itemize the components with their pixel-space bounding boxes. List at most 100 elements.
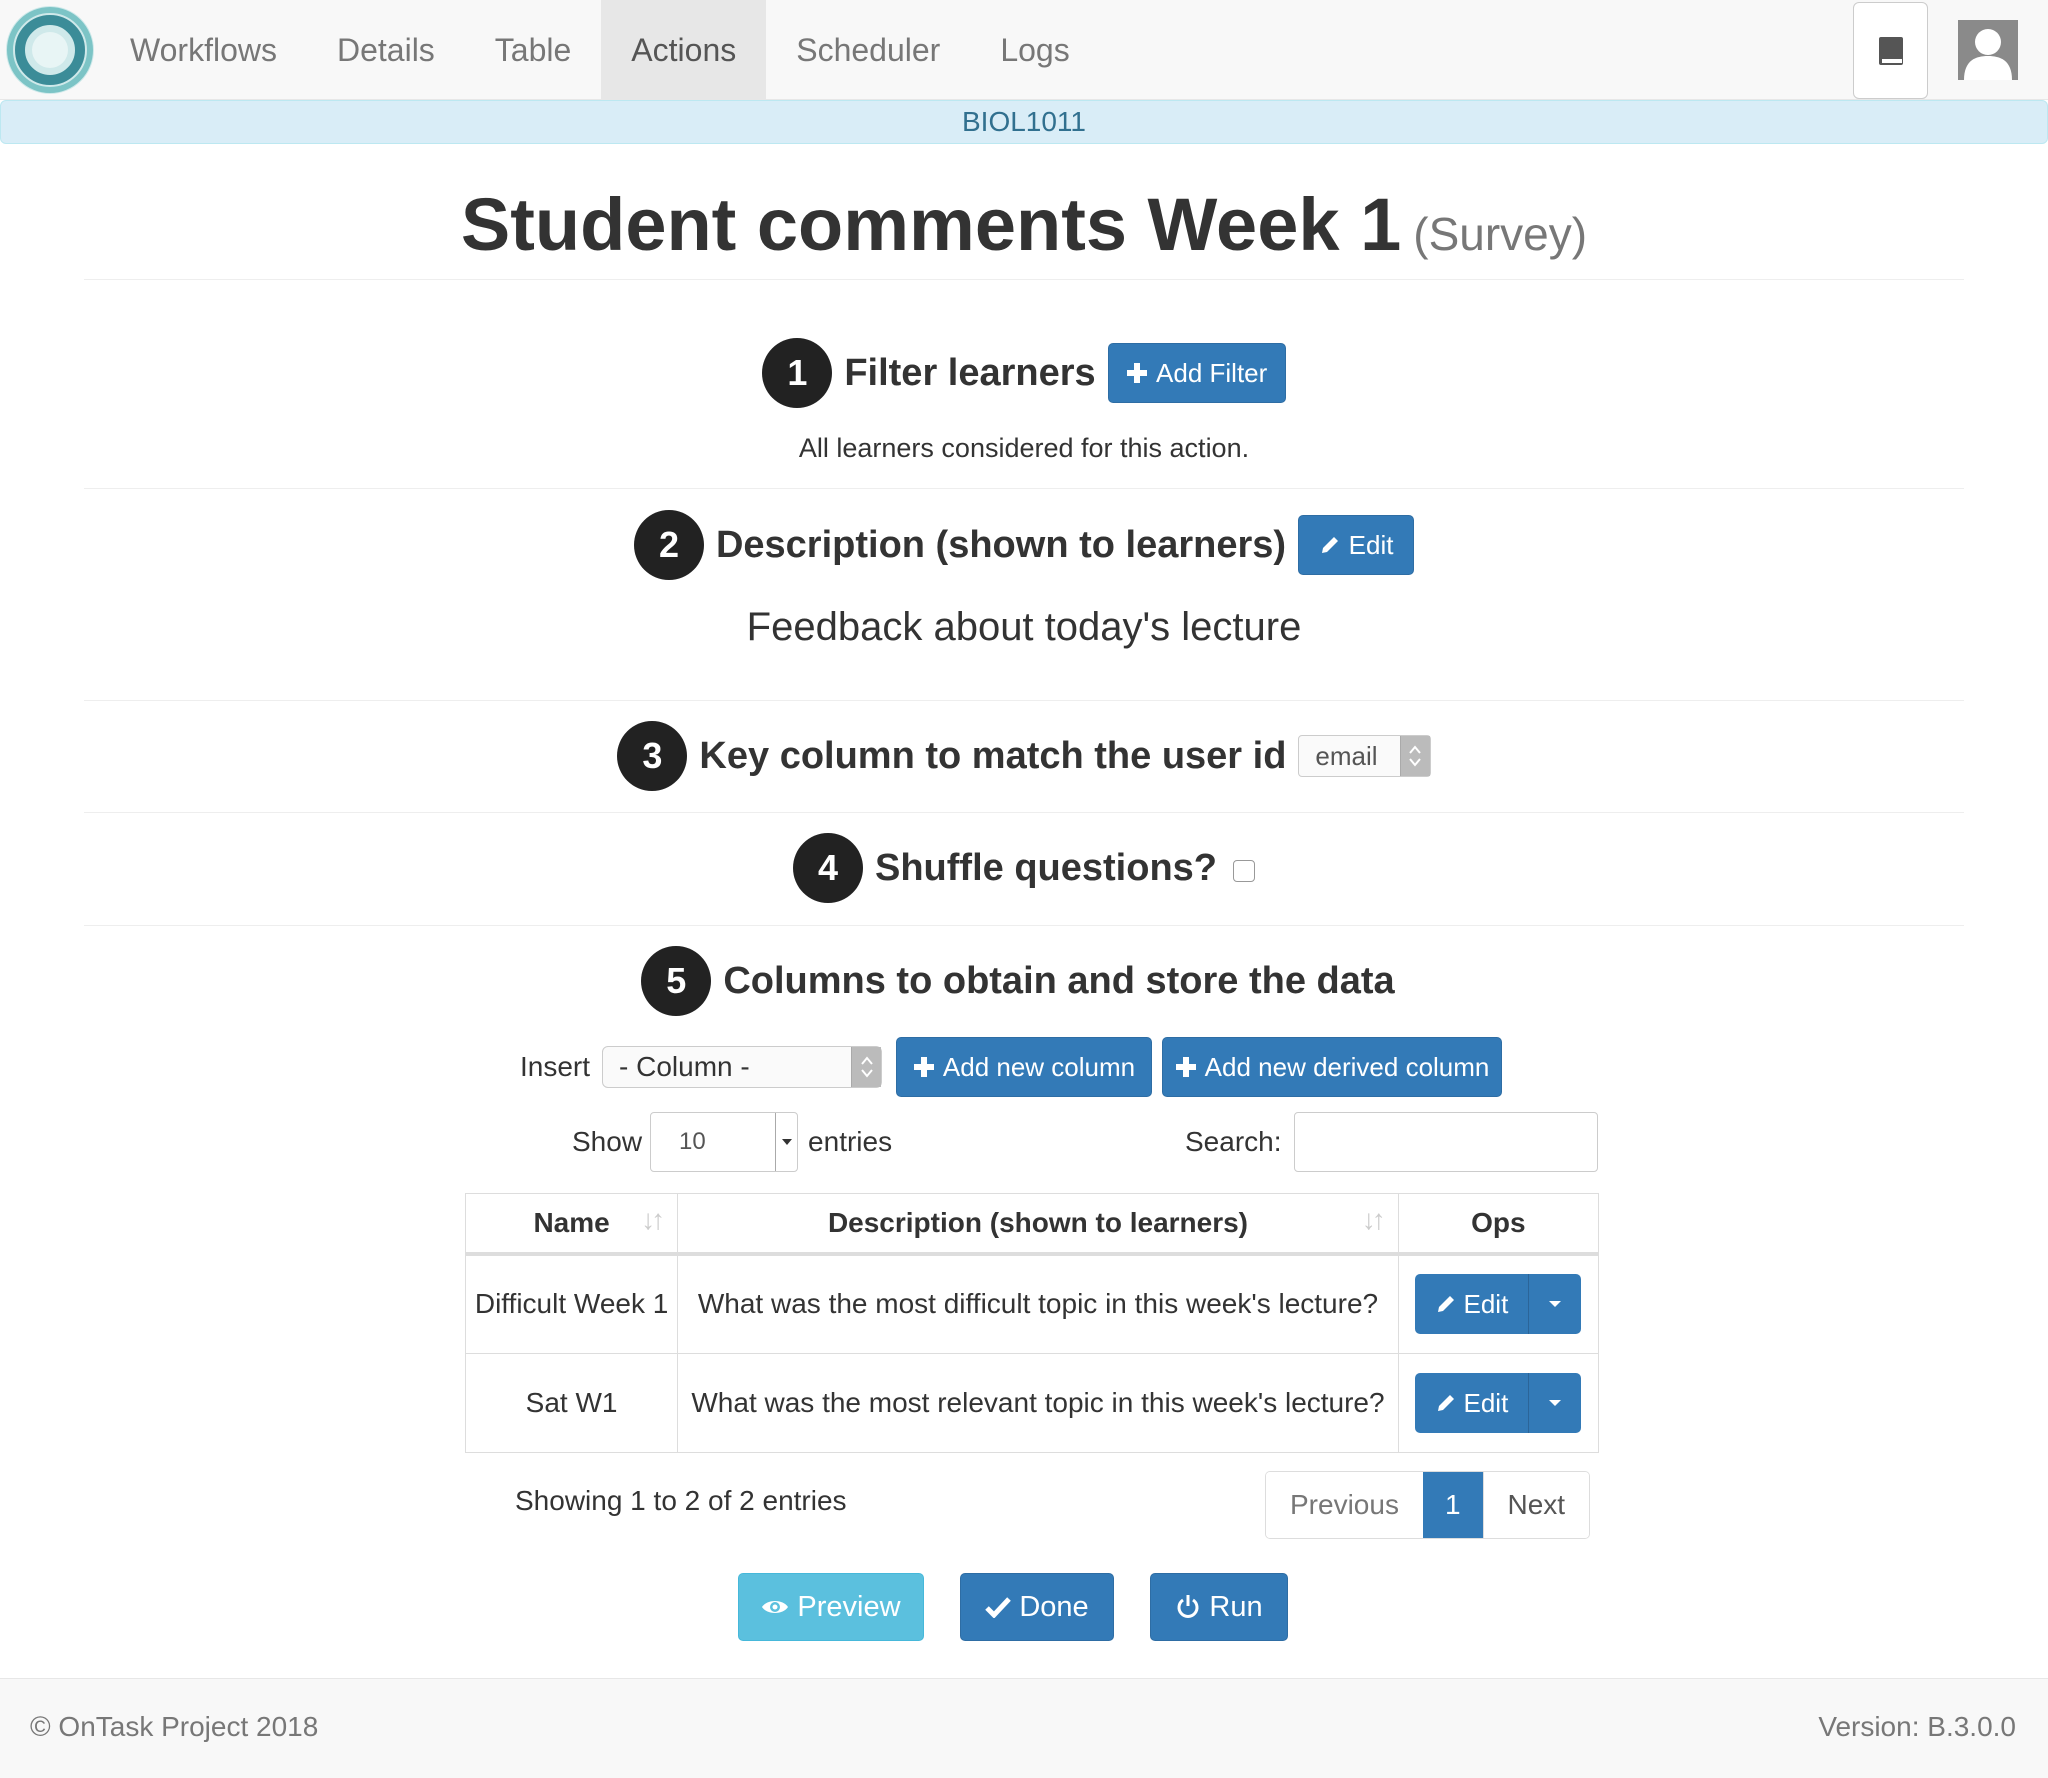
next-page-button[interactable]: Next (1482, 1472, 1590, 1538)
add-derived-column-button[interactable]: Add new derived column (1162, 1037, 1503, 1097)
workflow-name-bar: BIOL1011 (0, 100, 2048, 144)
shuffle-checkbox[interactable] (1233, 860, 1255, 882)
search-label: Search: (1185, 1126, 1282, 1157)
step-label: Key column to match the user id (699, 734, 1287, 777)
step-label: Columns to obtain and store the data (723, 959, 1395, 1002)
main-nav: Workflows Details Table Actions Schedule… (100, 0, 1100, 100)
step-number: 5 (641, 946, 712, 1016)
search-input[interactable] (1293, 1112, 1598, 1172)
sort-icon: ↓↑ (1361, 1204, 1386, 1235)
step-filter: 1 Filter learners Add Filter (0, 337, 2048, 409)
preview-label: Preview (797, 1590, 901, 1623)
pencil-icon (1438, 1296, 1455, 1313)
copyright-text: © OnTask Project 2018 (30, 1711, 319, 1742)
sort-icon: ↓↑ (641, 1204, 665, 1235)
pagination: Previous 1 Next (1265, 1471, 1591, 1539)
nav-tab-logs[interactable]: Logs (970, 0, 1099, 100)
caret-down-icon (775, 1113, 797, 1171)
nav-tab-scheduler[interactable]: Scheduler (766, 0, 970, 100)
filter-note: All learners considered for this action. (798, 433, 1250, 463)
page-title: Student comments Week 1 (460, 183, 1402, 266)
step-shuffle: 4 Shuffle questions? (0, 832, 2048, 904)
run-label: Run (1209, 1590, 1263, 1623)
step-description: 2 Description (shown to learners) Edit (0, 509, 2048, 581)
table-row: Sat W1 What was the most relevant topic … (464, 1353, 1600, 1453)
nav-tab-table[interactable]: Table (465, 0, 602, 100)
step-label: Filter learners (844, 351, 1096, 394)
select-arrows-icon (1399, 736, 1430, 776)
add-derived-column-label: Add new derived column (1204, 1051, 1490, 1082)
description-text: Feedback about today's lecture (746, 605, 1302, 649)
edit-description-button[interactable]: Edit (1298, 515, 1415, 575)
step-number: 3 (617, 721, 688, 791)
done-label: Done (1019, 1590, 1089, 1623)
row-ops: Edit (1397, 1253, 1600, 1354)
plus-icon (1127, 363, 1148, 383)
divider (84, 700, 1964, 701)
power-icon (1177, 1595, 1199, 1618)
key-column-select[interactable]: email (1298, 735, 1431, 777)
edit-column-button[interactable]: Edit (1415, 1274, 1530, 1335)
table-row: Difficult Week 1 What was the most diffi… (464, 1253, 1600, 1354)
column-header-name[interactable]: Name ↓↑ (464, 1193, 679, 1256)
insert-toolbar: Insert - Column - Add new column Add new… (520, 1037, 1503, 1097)
user-avatar-icon[interactable] (1958, 20, 2018, 80)
divider (84, 925, 1964, 926)
key-column-value: email (1315, 741, 1378, 771)
column-header-description[interactable]: Description (shown to learners) ↓↑ (677, 1193, 1399, 1256)
entries-select[interactable]: 10 (650, 1112, 799, 1172)
step-number: 1 (762, 338, 833, 408)
previous-page-button[interactable]: Previous (1266, 1472, 1423, 1538)
insert-label: Insert (520, 1051, 591, 1082)
action-buttons: Preview Done Run (0, 1573, 2048, 1641)
step-label: Shuffle questions? (875, 846, 1217, 889)
top-navbar: Workflows Details Table Actions Schedule… (0, 0, 2048, 100)
column-header-ops: Ops (1397, 1193, 1600, 1256)
check-icon (985, 1597, 1012, 1618)
divider (84, 812, 1964, 813)
table-header-row: Name ↓↑ Description (shown to learners) … (464, 1193, 1600, 1256)
select-arrows-icon (851, 1047, 882, 1087)
row-name: Sat W1 (464, 1353, 679, 1453)
edit-split-button: Edit (1415, 1274, 1582, 1335)
step-label: Description (shown to learners) (715, 523, 1287, 566)
entries-label: entries (808, 1126, 893, 1157)
add-new-column-label: Add new column (942, 1051, 1136, 1082)
page-1-button[interactable]: 1 (1422, 1472, 1483, 1538)
nav-tab-actions[interactable]: Actions (601, 0, 767, 100)
page-header: Student comments Week 1 (Survey) (84, 170, 1964, 280)
nav-tab-workflows[interactable]: Workflows (100, 0, 307, 100)
logo-icon[interactable] (2, 2, 98, 98)
insert-column-select[interactable]: - Column - (602, 1046, 883, 1088)
step-columns: 5 Columns to obtain and store the data (0, 945, 2048, 1017)
documentation-button[interactable] (1853, 2, 1928, 99)
entries-value: 10 (679, 1128, 706, 1155)
row-ops: Edit (1397, 1353, 1600, 1453)
columns-table: Name ↓↑ Description (shown to learners) … (464, 1193, 1600, 1453)
search-control: Search: (1185, 1112, 1598, 1172)
insert-column-value: - Column - (619, 1051, 750, 1082)
table-info: Showing 1 to 2 of 2 entries (515, 1485, 847, 1516)
nav-tab-details[interactable]: Details (307, 0, 465, 100)
caret-down-icon[interactable] (1529, 1274, 1582, 1335)
run-button[interactable]: Run (1150, 1573, 1288, 1641)
eye-icon (762, 1601, 789, 1613)
plus-icon (913, 1057, 934, 1077)
pencil-icon (1321, 537, 1338, 553)
row-description: What was the most difficult topic in thi… (677, 1253, 1399, 1354)
version-text: Version: B.3.0.0 (1818, 1711, 2016, 1742)
add-filter-button[interactable]: Add Filter (1107, 343, 1286, 403)
preview-button[interactable]: Preview (738, 1573, 924, 1641)
done-button[interactable]: Done (960, 1573, 1114, 1641)
book-icon (1878, 36, 1903, 65)
caret-down-icon[interactable] (1529, 1373, 1582, 1433)
footer: © OnTask Project 2018 Version: B.3.0.0 (0, 1678, 2048, 1778)
edit-column-button[interactable]: Edit (1415, 1373, 1530, 1433)
edit-label: Edit (1348, 529, 1394, 560)
add-filter-label: Add Filter (1156, 357, 1268, 388)
length-control: Show 10 entries (572, 1112, 892, 1172)
add-new-column-button[interactable]: Add new column (896, 1037, 1153, 1097)
divider (84, 488, 1964, 489)
action-type-label: (Survey) (1413, 208, 1588, 260)
row-name: Difficult Week 1 (464, 1253, 679, 1354)
